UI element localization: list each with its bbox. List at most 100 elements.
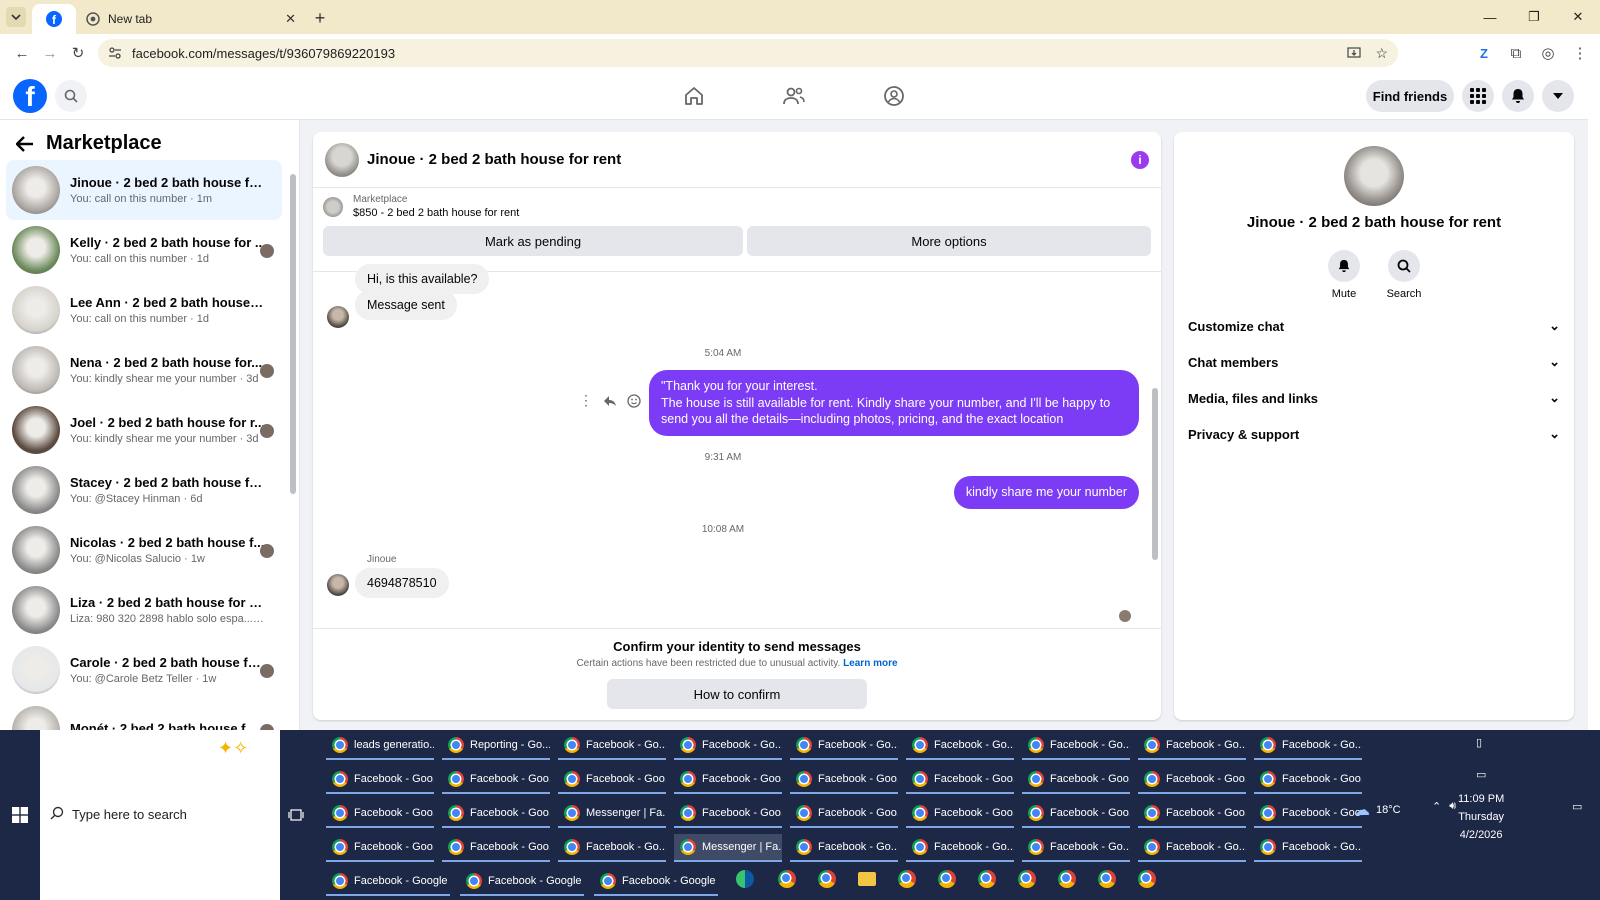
- start-button[interactable]: [0, 730, 40, 900]
- close-tab-icon[interactable]: ✕: [285, 11, 296, 27]
- page-scrollbar[interactable]: [1588, 72, 1600, 730]
- chrome-icon[interactable]: [778, 870, 796, 888]
- chrome-icon[interactable]: [1058, 870, 1076, 888]
- taskbar-window-button[interactable]: Facebook - Go...: [1138, 834, 1246, 862]
- conversation-item[interactable]: Joel · 2 bed 2 bath house for r... You: k…: [6, 400, 282, 460]
- outgoing-message[interactable]: kindly share me your number: [953, 476, 1139, 509]
- tab-search-button[interactable]: [6, 7, 26, 27]
- taskbar-window-button[interactable]: Facebook - Go...: [1254, 732, 1362, 760]
- conversation-item[interactable]: Liza · 2 bed 2 bath house for rent Liza: …: [6, 580, 282, 640]
- taskbar-window-button[interactable]: Facebook - Go...: [1254, 834, 1362, 862]
- chrome-icon[interactable]: [1018, 870, 1036, 888]
- taskbar-search-box[interactable]: ✦✧ Type here to search: [40, 730, 280, 900]
- extensions-puzzle-icon[interactable]: ⧉: [1502, 39, 1530, 67]
- taskbar-window-button[interactable]: Facebook - Goo...: [1022, 766, 1130, 794]
- sender-avatar[interactable]: [327, 574, 349, 596]
- clock[interactable]: 11:09 PM Thursday 4/2/2026: [1458, 790, 1504, 844]
- listing-price[interactable]: $850 - 2 bed 2 bath house for rent: [353, 207, 519, 219]
- privacy-support-section[interactable]: Privacy & support ⌄: [1188, 416, 1560, 452]
- site-info-icon[interactable]: [108, 46, 122, 60]
- sender-avatar[interactable]: [327, 306, 349, 328]
- more-actions-icon[interactable]: ⋮: [579, 392, 593, 409]
- tab-new-tab[interactable]: New tab ✕: [76, 4, 306, 34]
- account-menu-button[interactable]: [1542, 80, 1574, 112]
- chrome-icon[interactable]: [938, 870, 956, 888]
- profile-icon[interactable]: ◎: [1534, 39, 1562, 67]
- conversation-item[interactable]: Nicolas · 2 bed 2 bath house f... You: @N…: [6, 520, 282, 580]
- taskbar-window-button[interactable]: Facebook - Goo...: [790, 766, 898, 794]
- taskbar-window-button[interactable]: Facebook - Goo...: [326, 800, 434, 828]
- chrome-icon[interactable]: [1138, 870, 1156, 888]
- weather-widget[interactable]: ☁ 18°C: [1354, 800, 1401, 820]
- taskbar-window-button[interactable]: Facebook - Goo...: [326, 834, 434, 862]
- taskbar-window-button[interactable]: Facebook - Go...: [1022, 834, 1130, 862]
- chat-members-section[interactable]: Chat members ⌄: [1188, 344, 1560, 380]
- info-icon[interactable]: i: [1131, 150, 1149, 169]
- customize-chat-section[interactable]: Customize chat ⌄: [1188, 308, 1560, 344]
- taskbar-window-button[interactable]: Facebook - Goo...: [558, 766, 666, 794]
- edge-icon[interactable]: [736, 870, 754, 888]
- mute-action[interactable]: Mute: [1314, 250, 1374, 300]
- profile-nav-button[interactable]: [879, 82, 909, 110]
- taskbar-window-button[interactable]: Facebook - Goo...: [442, 800, 550, 828]
- chrome-icon[interactable]: [898, 870, 916, 888]
- taskbar-window-button[interactable]: Facebook - Go...: [1022, 732, 1130, 760]
- browser-menu-icon[interactable]: ⋮: [1566, 39, 1594, 67]
- folder-icon[interactable]: [858, 872, 876, 886]
- taskbar-window-button[interactable]: Messenger | Fa...: [558, 800, 666, 828]
- conversation-item[interactable]: Stacey · 2 bed 2 bath house for r... You:…: [6, 460, 282, 520]
- taskbar-window-button[interactable]: Facebook - Go...: [674, 732, 782, 760]
- taskbar-window-button[interactable]: Facebook - Goo...: [674, 766, 782, 794]
- conversation-item[interactable]: Jinoue · 2 bed 2 bath house for r... You:…: [6, 160, 282, 220]
- taskbar-window-button[interactable]: Facebook - Goo...: [674, 800, 782, 828]
- taskbar-window-button[interactable]: Facebook - Go...: [790, 834, 898, 862]
- tray-app-icon[interactable]: ▭: [1476, 768, 1486, 781]
- taskbar-window-button[interactable]: Facebook - Goo...: [1254, 800, 1362, 828]
- chrome-icon[interactable]: [818, 870, 836, 888]
- new-tab-button[interactable]: +: [306, 4, 334, 32]
- taskbar-window-button[interactable]: Facebook - Go...: [790, 732, 898, 760]
- taskbar-window-button[interactable]: Facebook - Goo...: [906, 800, 1014, 828]
- taskbar-window-button[interactable]: Facebook - Go...: [558, 834, 666, 862]
- menu-grid-button[interactable]: [1462, 80, 1494, 112]
- search-action[interactable]: Search: [1374, 250, 1434, 300]
- chrome-icon[interactable]: [978, 870, 996, 888]
- taskbar-window-button[interactable]: Facebook - Goo...: [326, 766, 434, 794]
- conversation-item[interactable]: Kelly · 2 bed 2 bath house for ... You: c…: [6, 220, 282, 280]
- message-scrollbar[interactable]: [1151, 276, 1159, 612]
- notifications-button[interactable]: [1502, 80, 1534, 112]
- volume-icon[interactable]: 🔊︎: [1449, 800, 1456, 813]
- tray-app-icon[interactable]: ▯: [1476, 736, 1482, 749]
- taskbar-window-button[interactable]: Facebook - Goo...: [906, 766, 1014, 794]
- taskbar-window-button[interactable]: Facebook - Goo...: [1138, 766, 1246, 794]
- taskbar-window-button[interactable]: Facebook - Goo...: [442, 834, 550, 862]
- conversation-list-scrollbar[interactable]: [290, 164, 296, 704]
- react-emoji-icon[interactable]: [627, 393, 641, 408]
- taskbar-window-button[interactable]: Facebook - Go...: [906, 834, 1014, 862]
- close-window-icon[interactable]: ✕: [1556, 0, 1600, 34]
- taskbar-window-button[interactable]: Facebook - Go...: [906, 732, 1014, 760]
- address-bar[interactable]: facebook.com/messages/t/936079869220193 …: [98, 39, 1398, 67]
- chrome-icon[interactable]: [1098, 870, 1116, 888]
- taskbar-window-button[interactable]: Facebook - Go...: [558, 732, 666, 760]
- taskbar-window-button[interactable]: Facebook - Google ...: [460, 868, 584, 896]
- incoming-message[interactable]: 4694878510: [355, 568, 449, 598]
- mark-as-pending-button[interactable]: Mark as pending: [323, 226, 743, 256]
- taskbar-window-button[interactable]: leads generatio...: [326, 732, 434, 760]
- back-arrow-icon[interactable]: [16, 135, 34, 152]
- media-files-links-section[interactable]: Media, files and links ⌄: [1188, 380, 1560, 416]
- reload-icon[interactable]: ↻: [64, 39, 92, 67]
- notification-center-icon[interactable]: ▭: [1572, 800, 1582, 813]
- taskbar-window-button[interactable]: Messenger | Fa...: [674, 834, 782, 862]
- restore-icon[interactable]: ❐: [1512, 0, 1556, 34]
- conversation-item[interactable]: Carole · 2 bed 2 bath house fo... You: @C…: [6, 640, 282, 700]
- taskbar-window-button[interactable]: Facebook - Goo...: [1138, 800, 1246, 828]
- taskbar-window-button[interactable]: Facebook - Goo...: [442, 766, 550, 794]
- reply-icon[interactable]: [603, 395, 617, 407]
- bookmark-star-icon[interactable]: ☆: [1375, 46, 1388, 60]
- taskbar-window-button[interactable]: Facebook - Go...: [1138, 732, 1246, 760]
- chevron-up-icon[interactable]: ⌃: [1432, 800, 1441, 813]
- taskbar-window-button[interactable]: Facebook - Goo...: [1254, 766, 1362, 794]
- taskbar-window-button[interactable]: Facebook - Goo...: [790, 800, 898, 828]
- chat-title[interactable]: Jinoue · 2 bed 2 bath house for rent: [367, 151, 621, 168]
